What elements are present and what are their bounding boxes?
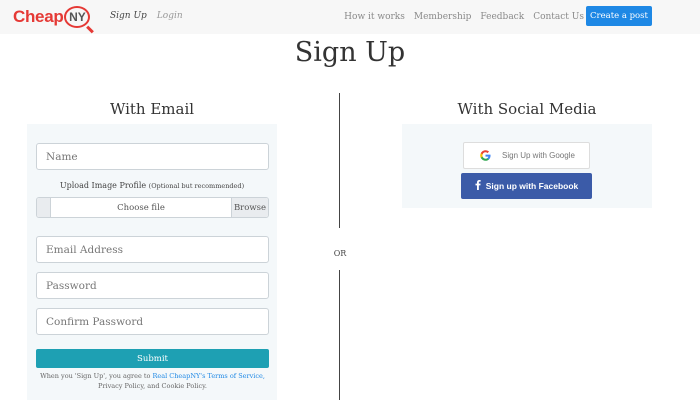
divider-line-top xyxy=(339,93,340,228)
facebook-signup-label: Sign up with Facebook xyxy=(485,181,579,191)
terms-notice: When you 'Sign Up', you agree to Real Ch… xyxy=(36,371,269,391)
or-separator: OR xyxy=(333,249,347,258)
page-title: Sign Up xyxy=(294,37,406,68)
magnifier-icon: NY xyxy=(64,6,91,28)
nav-contact-us[interactable]: Contact Us xyxy=(533,12,584,22)
facebook-signup-button[interactable]: Sign up with Facebook xyxy=(461,173,592,199)
upload-label: Upload Image Profile (Optional but recom… xyxy=(27,181,277,190)
main-nav: How it works Membership Feedback Contact… xyxy=(344,12,584,22)
divider-line-bottom xyxy=(339,270,340,400)
nav-login-link[interactable]: Login xyxy=(157,11,183,21)
email-signup-form: Name Upload Image Profile (Optional but … xyxy=(27,124,277,400)
email-field[interactable]: Email Address xyxy=(36,236,269,263)
auth-links: Sign Up Login xyxy=(110,11,183,21)
submit-button[interactable]: Submit xyxy=(36,349,269,368)
google-signup-label: Sign Up with Google xyxy=(502,151,575,160)
choose-file-label[interactable]: Choose file xyxy=(51,198,231,217)
nav-signup-link[interactable]: Sign Up xyxy=(110,11,147,21)
file-input-prefix xyxy=(37,198,51,217)
nav-how-it-works[interactable]: How it works xyxy=(344,12,405,22)
create-post-button[interactable]: Create a post xyxy=(586,6,652,26)
terms-link[interactable]: Real CheapNY's Terms of Service, xyxy=(153,372,265,380)
upload-note: (Optional but recommended) xyxy=(148,182,245,190)
logo-ny-text: NY xyxy=(69,10,86,24)
google-icon xyxy=(479,150,491,162)
terms-prefix: When you 'Sign Up', you agree to xyxy=(40,372,151,380)
nav-membership[interactable]: Membership xyxy=(414,12,472,22)
browse-button[interactable]: Browse xyxy=(231,198,268,217)
nav-feedback[interactable]: Feedback xyxy=(480,12,524,22)
logo[interactable]: Cheap NY xyxy=(13,4,91,30)
google-signup-button[interactable]: Sign Up with Google xyxy=(463,142,590,169)
facebook-icon xyxy=(475,180,481,192)
upload-label-text: Upload Image Profile xyxy=(59,181,147,190)
confirm-password-field[interactable]: Confirm Password xyxy=(36,308,269,335)
social-signup-panel: Sign Up with Google Sign up with Faceboo… xyxy=(402,124,652,208)
terms-suffix: Privacy Policy, and Cookie Policy. xyxy=(98,382,207,390)
logo-text: Cheap xyxy=(13,7,64,26)
navbar: Cheap NY Sign Up Login How it works Memb… xyxy=(0,0,700,34)
name-field[interactable]: Name xyxy=(36,143,269,170)
file-upload-input[interactable]: Choose file Browse xyxy=(36,197,269,218)
password-field[interactable]: Password xyxy=(36,272,269,299)
social-section-title: With Social Media xyxy=(457,100,597,118)
email-section-title: With Email xyxy=(109,100,195,118)
